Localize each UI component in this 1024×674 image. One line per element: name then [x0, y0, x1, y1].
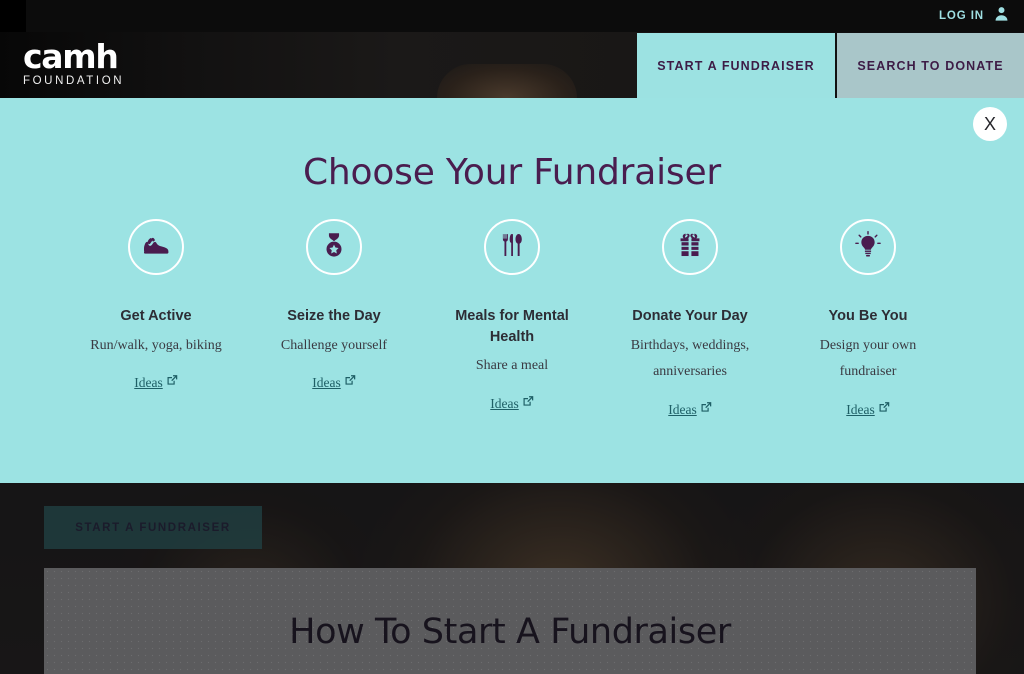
how-to-panel: How To Start A Fundraiser [44, 568, 976, 674]
fundraiser-card-get-active[interactable]: Get Active Run/walk, yoga, biking Ideas [67, 219, 245, 419]
how-to-start-a-fundraiser-heading: How To Start A Fundraiser [289, 612, 731, 652]
ideas-link-label: Ideas [846, 402, 875, 418]
card-description: Share a meal [475, 358, 549, 374]
fundraiser-card-seize-the-day[interactable]: Seize the Day Challenge yourself Ideas [245, 219, 423, 419]
top-strip-left-edge [0, 0, 26, 32]
card-title: Seize the Day [287, 308, 381, 324]
page-root: LOG IN camh FOUNDATION START A FUNDRAISE… [0, 0, 1024, 674]
external-link-icon [166, 374, 178, 390]
icon-ring [484, 219, 540, 275]
icon-ring [662, 219, 718, 275]
icon-ring [840, 219, 896, 275]
icon-ring [128, 219, 184, 275]
external-link-icon [878, 401, 890, 417]
fundraiser-card-donate-your-day[interactable]: Donate Your Day Birthdays, weddings, ann… [601, 219, 779, 419]
fundraiser-card-meals-for-mental-health[interactable]: Meals for Mental Health Share a meal Ide… [423, 219, 601, 419]
close-modal-button[interactable]: X [973, 107, 1007, 141]
card-title: Meals for Mental Health [455, 308, 569, 345]
lightbulb-icon [853, 230, 883, 265]
logo-wordmark: camh [23, 37, 119, 76]
ideas-link[interactable]: Ideas [134, 374, 177, 392]
login-bar: LOG IN [939, 0, 1024, 32]
fundraiser-card-list: Get Active Run/walk, yoga, biking Ideas [0, 219, 1024, 419]
top-black-strip [0, 0, 1024, 32]
medal-icon [319, 230, 349, 265]
logo-subtitle: FOUNDATION [23, 75, 125, 87]
login-link[interactable]: LOG IN [939, 10, 984, 22]
external-link-icon [344, 374, 356, 390]
user-avatar-icon[interactable] [993, 5, 1010, 27]
icon-ring [306, 219, 362, 275]
close-icon: X [983, 114, 996, 134]
lower-hero-section: START A FUNDRAISER How To Start A Fundra… [0, 483, 1024, 674]
ideas-link[interactable]: Ideas [846, 401, 889, 419]
gift-box-icon [676, 231, 704, 264]
start-a-fundraiser-cta-button[interactable]: START A FUNDRAISER [44, 506, 262, 549]
card-title: Get Active [120, 308, 192, 324]
header-nav-tabs: START A FUNDRAISER SEARCH TO DONATE [637, 33, 1024, 98]
ideas-link[interactable]: Ideas [668, 401, 711, 419]
ideas-link[interactable]: Ideas [490, 395, 533, 413]
fundraiser-card-you-be-you[interactable]: You Be You Design your own fundraiser Id… [779, 219, 957, 419]
cutlery-icon [498, 231, 526, 264]
external-link-icon [522, 395, 534, 411]
modal-title: Choose Your Fundraiser [302, 152, 722, 193]
ideas-link-label: Ideas [134, 375, 163, 391]
card-description: Birthdays, weddings, anniversaries [630, 337, 750, 380]
card-description: Run/walk, yoga, biking [90, 337, 222, 353]
ideas-link-label: Ideas [668, 402, 697, 418]
ideas-link-label: Ideas [312, 375, 341, 391]
ideas-link[interactable]: Ideas [312, 374, 355, 392]
choose-fundraiser-modal: X Choose Your Fundraiser Get Active Run/… [0, 98, 1024, 483]
running-shoe-icon [141, 230, 171, 265]
ideas-link-label: Ideas [490, 396, 519, 412]
camh-foundation-logo[interactable]: camh FOUNDATION [23, 40, 124, 88]
card-title: You Be You [828, 308, 908, 324]
external-link-icon [700, 401, 712, 417]
card-description: Design your own fundraiser [819, 337, 917, 380]
card-title: Donate Your Day [632, 308, 748, 324]
tab-start-a-fundraiser[interactable]: START A FUNDRAISER [637, 33, 835, 98]
tab-search-to-donate[interactable]: SEARCH TO DONATE [835, 33, 1024, 98]
card-description: Challenge yourself [280, 337, 388, 353]
